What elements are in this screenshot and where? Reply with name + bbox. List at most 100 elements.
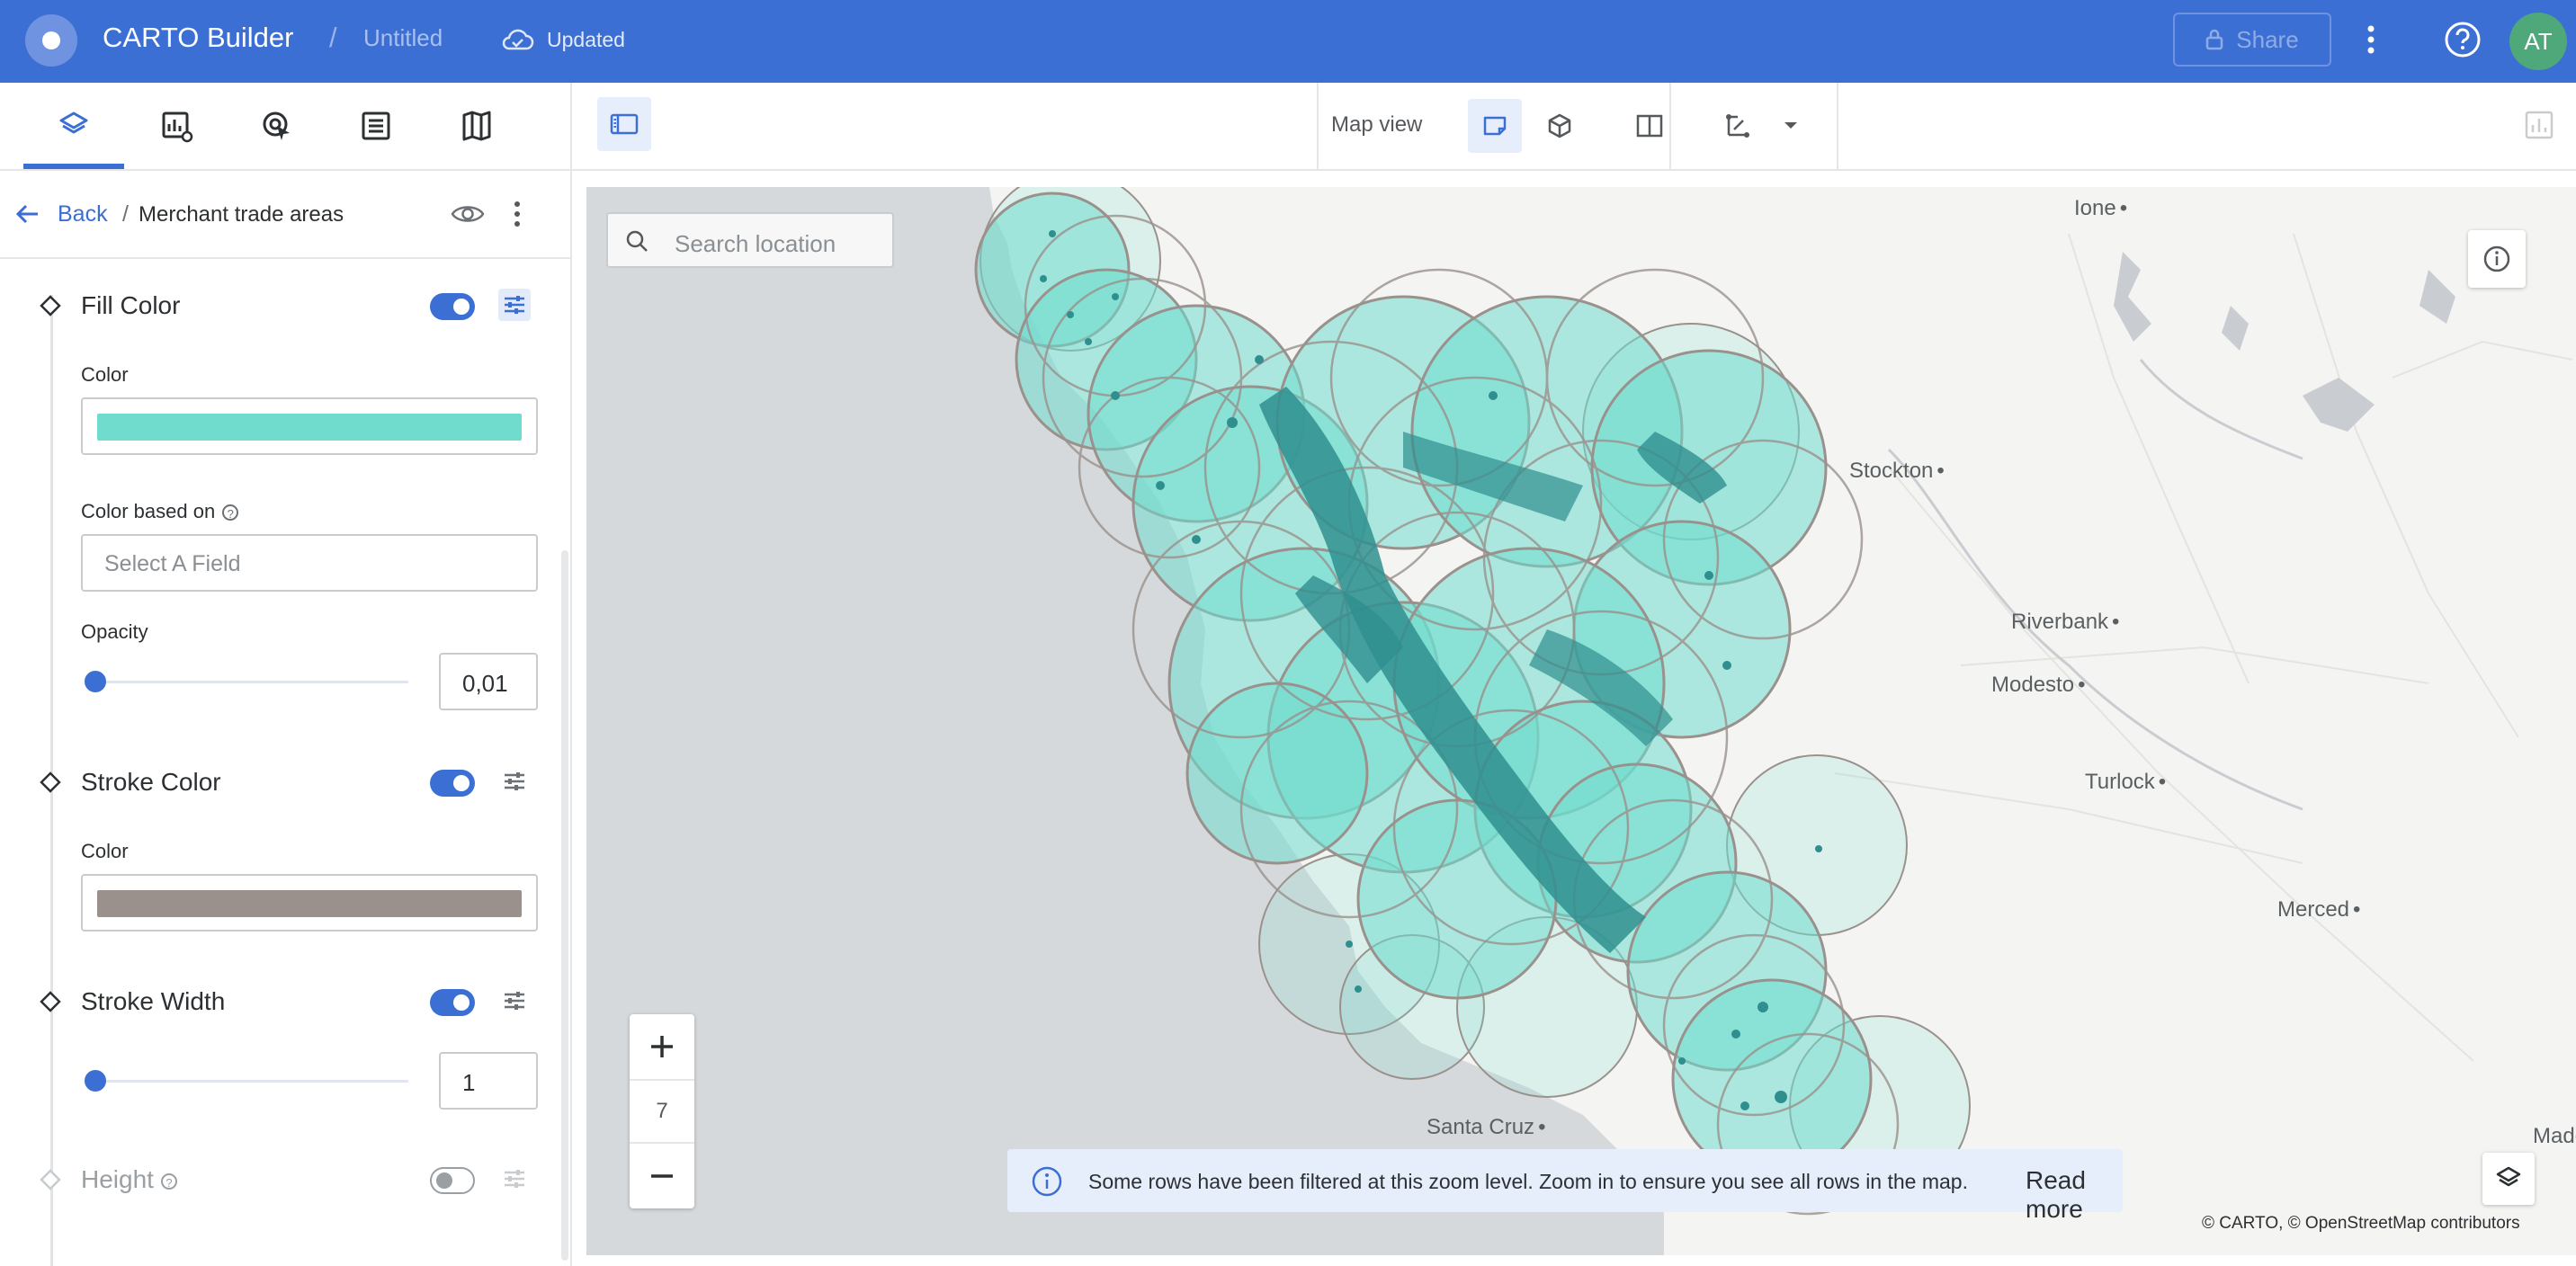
view-2d-button[interactable] bbox=[1468, 99, 1522, 153]
color-based-on-label: Color based on? bbox=[81, 500, 239, 523]
view-3d-button[interactable] bbox=[1533, 99, 1587, 153]
basemap bbox=[586, 187, 2573, 1255]
draw-tool-button[interactable] bbox=[1711, 99, 1765, 153]
opacity-slider-track[interactable] bbox=[94, 681, 408, 683]
info-circle-icon bbox=[1032, 1166, 1062, 1197]
fill-color-toggle[interactable] bbox=[430, 293, 475, 320]
draw-polygon-icon bbox=[1726, 114, 1749, 138]
tab-sql-parameters-icon[interactable] bbox=[356, 106, 396, 146]
zoom-in-icon[interactable] bbox=[630, 1014, 694, 1079]
carto-logo[interactable] bbox=[25, 14, 77, 67]
panel-scrollbar[interactable] bbox=[561, 550, 568, 1261]
app-title: CARTO Builder bbox=[103, 22, 294, 53]
zoom-out-icon[interactable] bbox=[630, 1144, 694, 1208]
zoom-control: 7 bbox=[630, 1014, 694, 1208]
city-label-riverbank: Riverbank bbox=[2011, 610, 2119, 635]
help-icon[interactable] bbox=[2443, 20, 2482, 59]
layers-icon bbox=[2496, 1166, 2521, 1187]
more-options-icon[interactable] bbox=[2364, 22, 2378, 58]
user-avatar[interactable]: AT bbox=[2509, 13, 2567, 70]
read-more-link[interactable]: Read more bbox=[2026, 1166, 2123, 1224]
title-separator: / bbox=[329, 22, 337, 53]
left-panel: Back / Merchant trade areas Fill Color C… bbox=[0, 83, 572, 1266]
share-button[interactable]: Share bbox=[2173, 13, 2331, 67]
map-canvas[interactable]: Ione Stockton Riverbank Modesto Turlock … bbox=[586, 187, 2576, 1255]
map-title[interactable]: Untitled bbox=[363, 24, 443, 52]
stroke-color-label: Color bbox=[81, 840, 129, 862]
map-2d-icon bbox=[1483, 116, 1507, 136]
stroke-color-settings-icon[interactable] bbox=[498, 765, 531, 798]
height-help-icon: ? bbox=[160, 1172, 177, 1190]
stroke-color-swatch bbox=[97, 890, 522, 917]
fill-color-diamond-icon bbox=[40, 295, 61, 316]
stroke-width-input[interactable]: 1 bbox=[439, 1052, 538, 1110]
back-arrow-icon[interactable] bbox=[14, 201, 41, 227]
breadcrumb-separator: / bbox=[122, 201, 129, 227]
stroke-color-title: Stroke Color bbox=[81, 768, 221, 796]
map-view-label: Map view bbox=[1331, 112, 1423, 137]
active-tab-indicator bbox=[23, 164, 124, 169]
opacity-label: Opacity bbox=[81, 620, 148, 643]
lock-icon bbox=[2206, 29, 2223, 50]
tab-widgets-icon[interactable] bbox=[157, 106, 196, 146]
city-label-mader: Mader bbox=[2533, 1124, 2576, 1149]
color-based-on-select[interactable]: Select A Field bbox=[81, 534, 538, 592]
map-info-button[interactable] bbox=[2468, 230, 2526, 288]
tab-basemaps-icon[interactable] bbox=[457, 106, 496, 146]
map-attribution: © CARTO, © OpenStreetMap contributors bbox=[2202, 1214, 2520, 1233]
back-button[interactable]: Back bbox=[58, 201, 108, 227]
visibility-eye-icon[interactable] bbox=[450, 200, 486, 228]
sidebar-toggle-icon bbox=[610, 113, 639, 135]
fill-color-swatch bbox=[97, 414, 522, 441]
stroke-width-diamond-icon bbox=[40, 991, 61, 1012]
info-icon bbox=[2483, 245, 2510, 272]
map-toolbar: Map view bbox=[572, 83, 2576, 171]
cube-icon bbox=[1548, 113, 1571, 138]
zoom-level: 7 bbox=[630, 1079, 694, 1144]
filtered-rows-banner: Some rows have been filtered at this zoo… bbox=[1007, 1149, 2123, 1223]
city-label-merced: Merced bbox=[2277, 897, 2360, 923]
search-location-field[interactable]: Search location bbox=[606, 212, 894, 268]
fill-color-settings-icon[interactable] bbox=[498, 289, 531, 321]
stroke-width-slider-handle[interactable] bbox=[85, 1070, 106, 1092]
widgets-chart-icon[interactable] bbox=[2524, 110, 2554, 140]
top-bar: CARTO Builder / Untitled Updated Share A… bbox=[0, 0, 2576, 83]
tab-interactions-icon[interactable] bbox=[257, 106, 297, 146]
toolbar-divider bbox=[1837, 83, 1838, 169]
tab-layers-icon[interactable] bbox=[54, 106, 94, 146]
stroke-color-picker[interactable] bbox=[81, 874, 538, 932]
layer-name: Merchant trade areas bbox=[139, 202, 344, 227]
stroke-width-settings-icon[interactable] bbox=[498, 985, 531, 1017]
toggle-panel-button[interactable] bbox=[597, 97, 651, 151]
opacity-input[interactable]: 0,01 bbox=[439, 653, 538, 710]
height-toggle[interactable] bbox=[430, 1167, 475, 1194]
share-label: Share bbox=[2236, 25, 2299, 53]
height-diamond-icon bbox=[40, 1169, 61, 1190]
opacity-slider-handle[interactable] bbox=[85, 671, 106, 692]
breadcrumb: Back / Merchant trade areas bbox=[0, 171, 570, 259]
stroke-color-toggle[interactable] bbox=[430, 770, 475, 797]
height-settings-icon bbox=[505, 1170, 524, 1188]
panel-tabs bbox=[0, 83, 570, 171]
fill-color-label: Color bbox=[81, 363, 129, 386]
city-label-turlock: Turlock bbox=[2085, 770, 2166, 795]
cloud-saved-icon bbox=[502, 29, 534, 50]
layers-legend-button[interactable] bbox=[2482, 1153, 2535, 1205]
chevron-down-icon[interactable] bbox=[1783, 120, 1799, 131]
fill-color-picker[interactable] bbox=[81, 397, 538, 455]
stroke-width-title: Stroke Width bbox=[81, 987, 226, 1015]
stroke-color-diamond-icon bbox=[40, 771, 61, 793]
city-label-santa-cruz: Santa Cruz bbox=[1427, 1115, 1545, 1140]
city-label-stockton: Stockton bbox=[1849, 459, 1945, 484]
search-placeholder: Search location bbox=[675, 230, 836, 257]
layer-options-icon[interactable] bbox=[511, 198, 523, 230]
city-label-modesto: Modesto bbox=[1991, 673, 2085, 698]
banner-message: Some rows have been filtered at this zoo… bbox=[1088, 1170, 1968, 1193]
stroke-width-toggle[interactable] bbox=[430, 989, 475, 1016]
city-label-ione: Ione bbox=[2074, 196, 2127, 221]
split-view-button[interactable] bbox=[1623, 99, 1677, 153]
stroke-width-slider-track[interactable] bbox=[94, 1080, 408, 1083]
search-icon bbox=[626, 230, 648, 252]
help-icon-small: ? bbox=[222, 504, 239, 522]
split-view-icon bbox=[1636, 114, 1663, 138]
